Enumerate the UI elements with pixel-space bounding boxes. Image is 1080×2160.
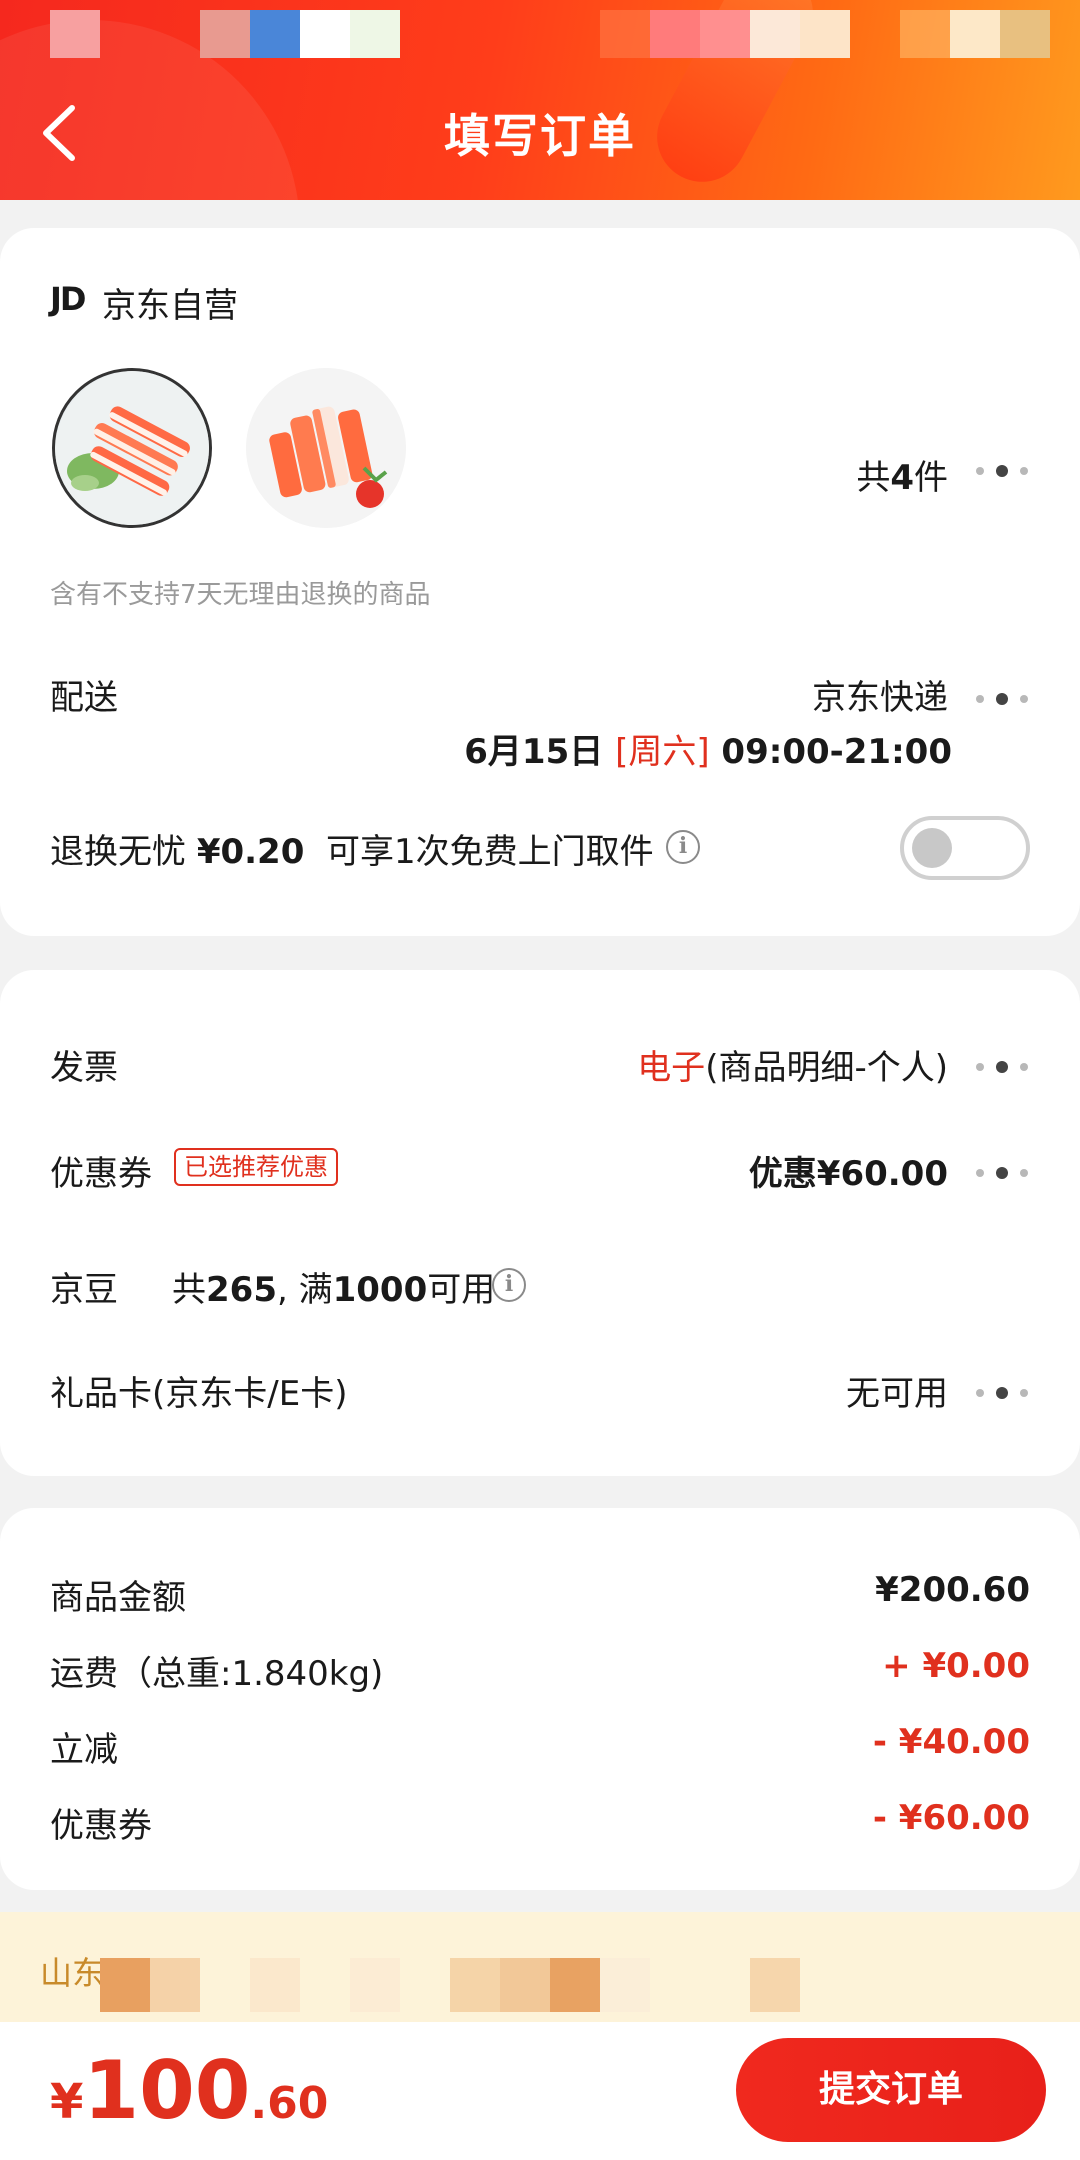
delivery-date: 6月15日 [464,732,616,772]
more-dots-icon[interactable] [976,1060,1028,1074]
payment-options-card: 发票 电子(商品明细-个人) 优惠券 已选推荐优惠 优惠¥60.00 京豆 共2… [0,970,1080,1476]
coupon-value[interactable]: 优惠¥60.00 [749,1146,948,1195]
checkout-bar: ¥100.60 提交订单 [0,2022,1080,2160]
address-blur [350,1958,400,2012]
more-dots-icon[interactable] [976,464,1028,478]
address-blur [600,1958,650,2012]
summary-label: 立减 [50,1730,118,1770]
coupon-label: 优惠券 [50,1154,152,1194]
total-price: ¥100.60 [50,2044,328,2137]
delivery-time[interactable]: 6月15日 [周六] 09:00-21:00 [464,724,952,773]
product-count[interactable]: 共4件 [856,450,948,499]
order-items-card: JD 京东自营 共4件 含有不支持7天无理由退换的商品 配送 京东快递 6月15… [0,228,1080,936]
status-bar-blur [200,10,250,58]
total-decimal: .60 [250,2078,329,2129]
summary-value: ¥200.60 [875,1570,1030,1610]
jd-beans-label: 京豆 [50,1270,118,1310]
gift-card-label: 礼品卡(京东卡/E卡) [50,1374,348,1414]
delivery-weekday: [周六] [615,732,710,772]
crab-stick-pile-image [246,368,406,528]
address-blur [100,1958,150,2012]
summary-value: - ¥40.00 [872,1722,1030,1762]
jd-beans-info: 共265, 满1000可用 [172,1262,495,1311]
page-title: 填写订单 [444,109,636,163]
more-dots-icon[interactable] [976,692,1028,706]
price-summary-card: 商品金额 ¥200.60 运费（总重:1.840kg) + ¥0.00 立减 -… [0,1508,1080,1890]
header-bar: 填写订单 [0,0,1080,200]
product-thumbnail[interactable] [246,368,406,528]
toggle-knob [912,828,952,868]
product-count-suffix: 件 [914,458,948,498]
status-bar-blur [50,10,100,58]
invoice-type: 电子 [637,1048,706,1088]
status-bar-blur [300,10,350,58]
summary-value: - ¥60.00 [872,1798,1030,1838]
address-text: 山东 [40,1954,105,1992]
store-name: 京东自营 [102,286,238,326]
return-policy-notice: 含有不支持7天无理由退换的商品 [50,580,431,610]
status-bar-blur [750,10,800,58]
product-count-number: 4 [890,458,914,498]
product-thumbnail[interactable] [52,368,212,528]
product-count-prefix: 共 [856,458,891,498]
info-icon[interactable]: i [666,830,700,864]
summary-label: 商品金额 [50,1578,186,1618]
status-bar-blur [250,10,300,58]
delivery-label: 配送 [50,678,118,718]
crab-stick-plate-image [55,371,209,525]
status-bar-blur [800,10,850,58]
address-blur [450,1958,500,2012]
status-bar-blur [350,10,400,58]
gift-card-value[interactable]: 无可用 [846,1366,948,1415]
status-bar [0,0,1080,70]
beans-prefix: 共 [172,1270,206,1310]
summary-label: 优惠券 [50,1806,152,1846]
delivery-time-range: 09:00-21:00 [709,732,952,772]
status-bar-blur [700,10,750,58]
invoice-value[interactable]: 电子(商品明细-个人) [637,1040,948,1089]
total-integer: 100 [83,2044,251,2137]
return-service-price: ¥0.20 [196,832,305,872]
more-dots-icon[interactable] [976,1386,1028,1400]
more-dots-icon[interactable] [976,1166,1028,1180]
return-service-text: 退换无忧 ¥0.20 可享1次免费上门取件 [50,824,654,873]
address-blur [250,1958,300,2012]
beans-count: 265 [206,1270,277,1310]
summary-value: + ¥0.00 [882,1646,1030,1686]
status-bar-blur [650,10,700,58]
address-bar[interactable]: 山东 [0,1912,1080,2022]
address-blur [500,1958,550,2012]
coupon-badge: 已选推荐优惠 [174,1148,338,1186]
beans-suffix: 可用 [427,1270,496,1310]
summary-label: 运费（总重:1.840kg) [50,1654,384,1694]
jd-logo: JD [50,280,86,318]
return-service-toggle[interactable] [900,816,1030,880]
total-currency: ¥ [50,2074,84,2130]
status-bar-blur [950,10,1000,58]
status-bar-blur [900,10,950,58]
beans-threshold: 1000 [332,1270,428,1310]
delivery-carrier[interactable]: 京东快递 [812,670,948,719]
beans-mid: , 满 [276,1270,333,1310]
info-icon[interactable]: i [492,1268,526,1302]
return-service-label: 退换无忧 [50,832,197,872]
address-blur [550,1958,600,2012]
address-blur [150,1958,200,2012]
status-bar-blur [1000,10,1050,58]
invoice-label: 发票 [50,1048,118,1088]
address-blur [750,1958,800,2012]
return-service-desc: 可享1次免费上门取件 [304,832,654,872]
status-bar-blur [600,10,650,58]
invoice-detail: (商品明细-个人) [705,1048,948,1088]
submit-order-button[interactable]: 提交订单 [736,2038,1046,2142]
